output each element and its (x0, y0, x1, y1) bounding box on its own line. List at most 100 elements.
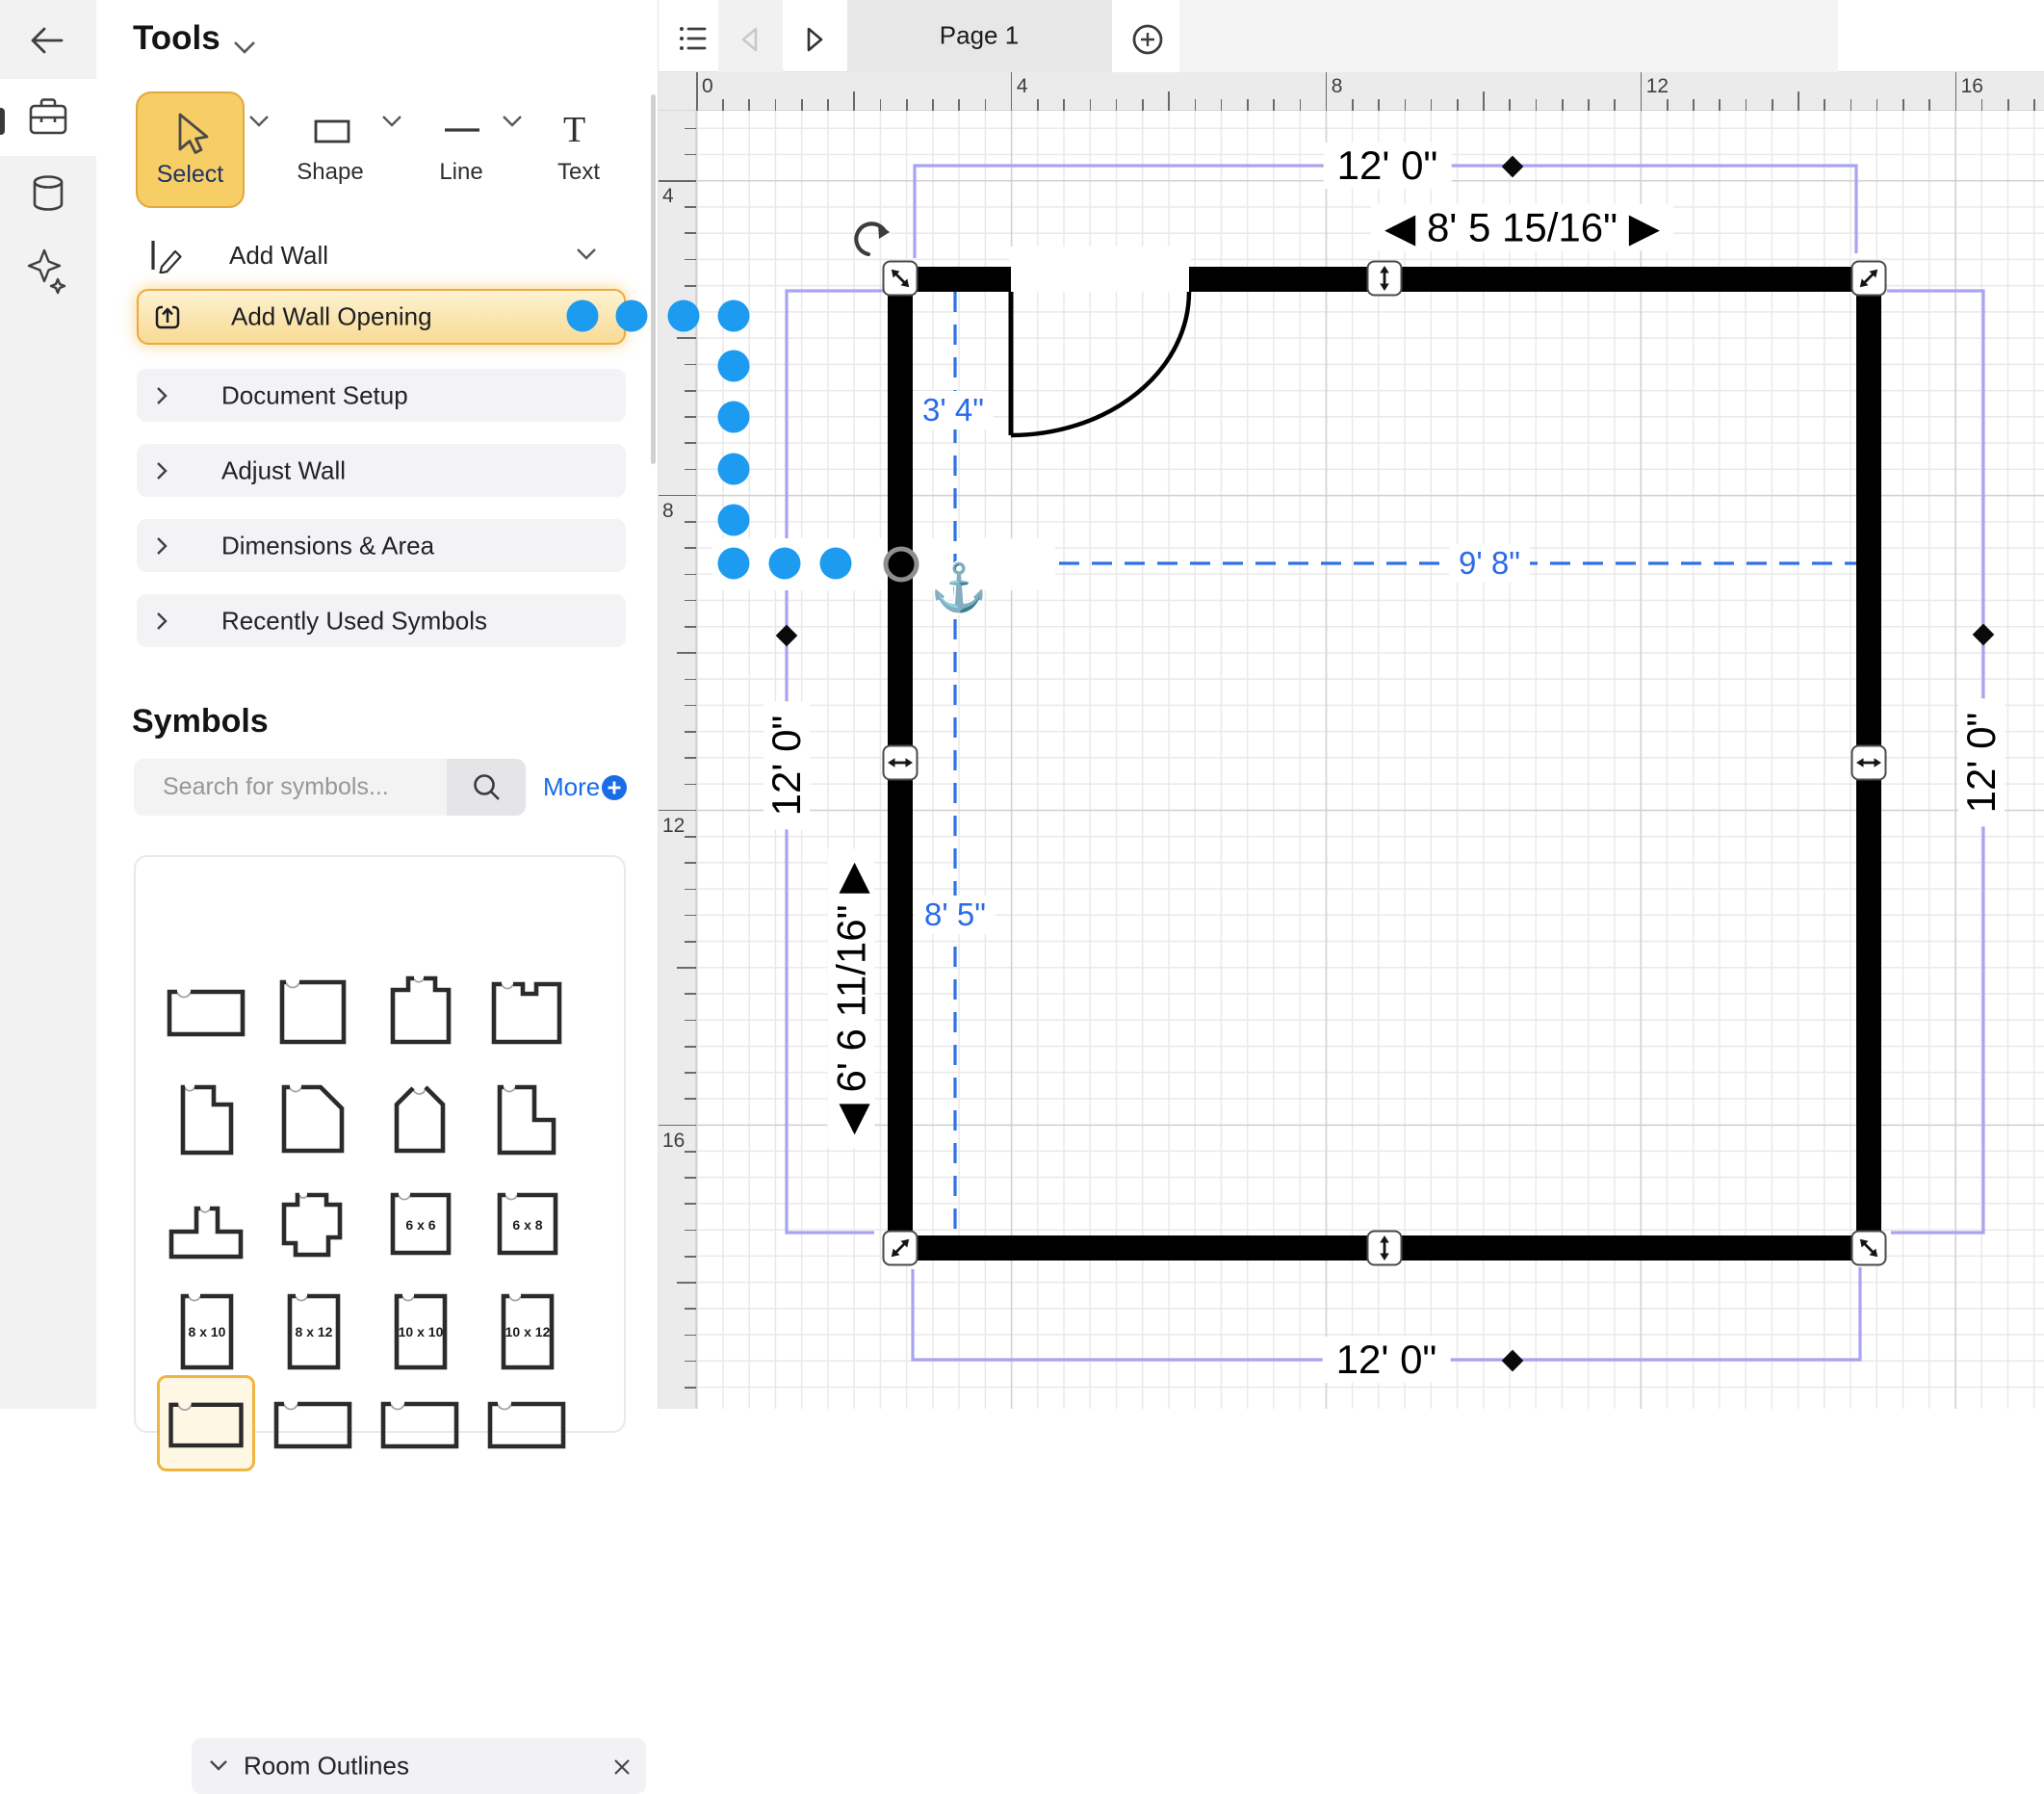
prev-page-icon (743, 29, 756, 50)
ruler-number: 12 (1646, 75, 1669, 98)
more-symbols-link[interactable]: More (543, 772, 600, 802)
section-dimensions-area[interactable]: Dimensions & Area (137, 519, 626, 572)
room-outline-size-label: 8 x 10 (189, 1324, 226, 1339)
ruler-tick (1955, 72, 1957, 111)
select-tool-label: Select (157, 161, 223, 189)
shape-dropdown-chevron-icon[interactable] (381, 114, 410, 131)
ruler-tick (677, 652, 696, 654)
ruler-tick (1247, 99, 1249, 111)
left-rail (0, 0, 96, 1409)
ruler-number: 4 (1017, 75, 1028, 98)
add-wall-pen-icon (150, 239, 185, 273)
line-tool-icon[interactable] (441, 119, 483, 139)
ruler-tick (1928, 99, 1930, 111)
room-outline-rect-wide[interactable] (264, 1375, 362, 1471)
tab-bar-filler (1179, 0, 1838, 72)
room-outlines-header[interactable]: Room Outlines (192, 1738, 646, 1794)
room-outlines-title: Room Outlines (244, 1752, 409, 1781)
room-outline-chamfer[interactable] (264, 1070, 362, 1166)
room-outline-size-label: 6 x 8 (512, 1217, 542, 1233)
add-wall-chevron-icon[interactable] (576, 247, 605, 264)
ruler-tick (659, 495, 696, 497)
search-icon (471, 772, 504, 805)
room-outline-rect-wide[interactable] (157, 1375, 255, 1471)
sparkles-icon[interactable] (29, 250, 65, 293)
shape-tool-icon[interactable] (313, 117, 351, 144)
section-recently-used-symbols[interactable]: Recently Used Symbols (137, 594, 626, 647)
dimension-bottom: 12' 0" (1323, 1337, 1451, 1383)
room-outline-8x12[interactable]: 8 x 12 (264, 1283, 362, 1379)
add-wall-label: Add Wall (229, 241, 328, 271)
room-outlines-close-icon[interactable] (613, 1758, 633, 1778)
add-wall-opening-button[interactable]: Add Wall Opening (137, 289, 626, 345)
chevron-right-icon (156, 536, 169, 558)
section-document-setup[interactable]: Document Setup (137, 369, 626, 422)
text-tool-label[interactable]: Text (557, 159, 600, 186)
ruler-tick (1509, 99, 1511, 111)
section-label: Recently Used Symbols (221, 606, 487, 636)
room-outline-6x8[interactable]: 6 x 8 (478, 1176, 576, 1272)
select-tool-button[interactable]: Select (136, 91, 245, 208)
ruler-tick (685, 547, 696, 549)
room-outline-top-bump[interactable] (371, 963, 469, 1059)
ruler-tick (1483, 91, 1485, 111)
section-adjust-wall[interactable]: Adjust Wall (137, 444, 626, 497)
room-outline-two-notches[interactable] (478, 963, 576, 1059)
room-outline-size-label: 6 x 6 (405, 1217, 435, 1233)
room-outline-6x6[interactable]: 6 x 6 (371, 1176, 469, 1272)
symbol-search-input[interactable] (134, 759, 447, 816)
room-outline-step-right[interactable] (157, 1070, 255, 1166)
canvas-grid[interactable] (696, 111, 2044, 1409)
panel-scrollbar[interactable] (651, 94, 656, 464)
page-list-icon[interactable] (680, 27, 705, 50)
database-icon[interactable] (35, 177, 62, 210)
ruler-tick (685, 993, 696, 995)
page-tab-bar: Page 1 (659, 0, 2044, 72)
ruler-tick (1902, 99, 1904, 111)
ruler-tick (1824, 99, 1825, 111)
room-outline-rect-wide[interactable] (371, 1375, 469, 1471)
line-tool-label[interactable]: Line (439, 159, 482, 186)
add-wall-button[interactable]: Add Wall (137, 237, 626, 279)
select-dropdown-chevron-icon[interactable] (248, 114, 277, 131)
ruler-tick (1431, 99, 1433, 111)
shape-tool-label[interactable]: Shape (297, 159, 363, 186)
tools-chevron-down-icon[interactable] (231, 39, 270, 62)
more-symbols-label: More (543, 772, 600, 801)
ruler-tick (685, 941, 696, 943)
ruler-tick (1536, 99, 1538, 111)
toolbox-icon[interactable] (31, 100, 65, 134)
room-outline-t-shape[interactable] (157, 1176, 255, 1272)
ruler-tick (685, 705, 696, 707)
room-outline-square[interactable] (264, 963, 362, 1059)
ruler-tick (659, 810, 696, 812)
room-outline-10x10[interactable]: 10 x 10 (371, 1283, 469, 1379)
ruler-tick (685, 574, 696, 576)
ruler-tick (677, 967, 696, 969)
symbol-search-button[interactable] (447, 759, 526, 816)
room-outline-rect-wide[interactable] (157, 963, 255, 1059)
room-outline-peak[interactable] (371, 1070, 469, 1166)
line-dropdown-chevron-icon[interactable] (502, 114, 530, 131)
add-page-plus-icon[interactable] (1134, 26, 1161, 53)
ruler-tick (685, 1177, 696, 1179)
tools-panel: Tools Select Shape Line T Text Add Wall (96, 0, 659, 1409)
horizontal-ruler: 0481216 (659, 72, 2044, 111)
cursor-icon (168, 111, 217, 169)
room-outline-10x12[interactable]: 10 x 12 (478, 1283, 576, 1379)
back-arrow-icon[interactable] (33, 29, 62, 52)
room-outline-rect-wide[interactable] (478, 1375, 576, 1471)
more-symbols-plus-icon[interactable] (601, 774, 630, 803)
room-outline-cross[interactable] (264, 1176, 362, 1272)
ruler-tick (685, 915, 696, 917)
room-outline-8x10[interactable]: 8 x 10 (157, 1283, 255, 1379)
room-outline-l-shape[interactable] (478, 1070, 576, 1166)
guide-label-8-5: 8' 5" (915, 896, 996, 934)
text-tool-icon[interactable]: T (563, 109, 585, 151)
ruler-tick (685, 784, 696, 786)
add-wall-opening-label: Add Wall Opening (231, 302, 432, 332)
anchor-cursor-icon: ⚓ (930, 560, 988, 615)
ruler-tick (1011, 72, 1013, 111)
next-page-icon[interactable] (809, 29, 821, 50)
ruler-tick (1772, 99, 1773, 111)
